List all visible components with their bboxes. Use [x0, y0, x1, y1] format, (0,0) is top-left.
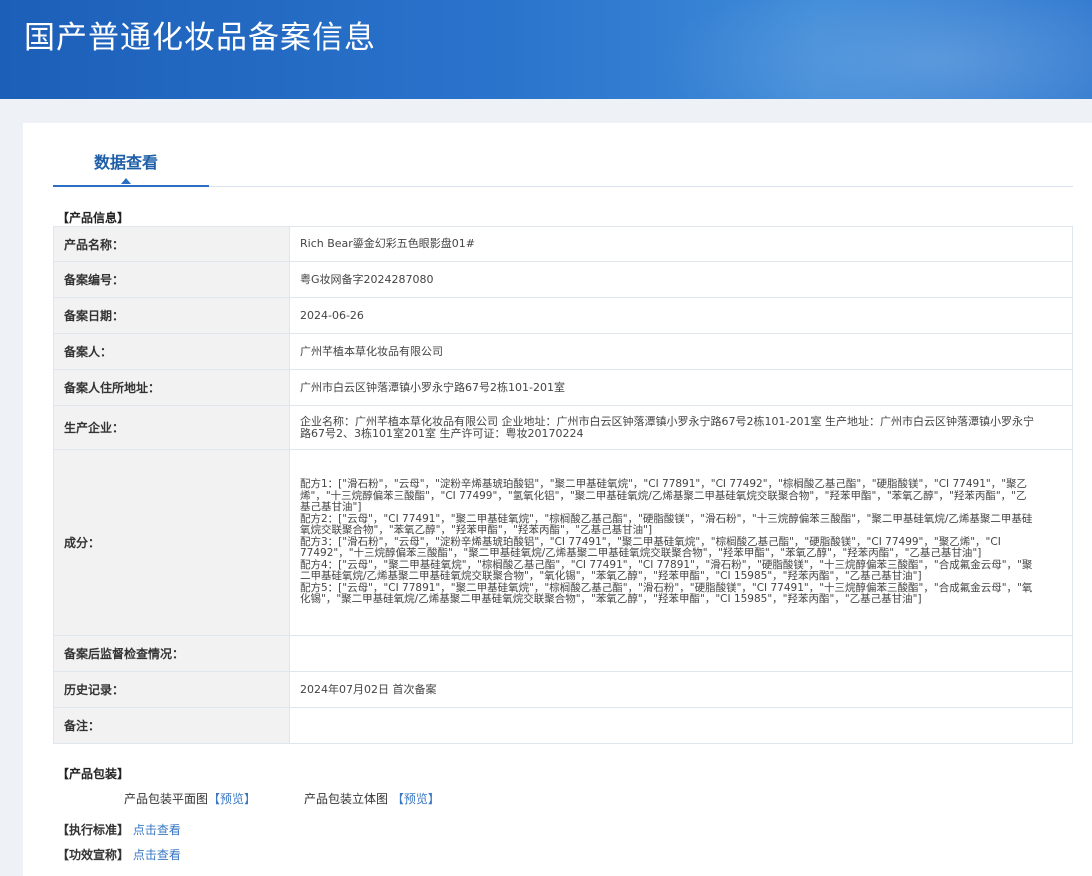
table-row: 历史记录： 2024年07月02日 首次备案: [53, 671, 1073, 708]
table-row: 备案编号： 粤G妆网备字2024287080: [53, 261, 1073, 298]
claims-label: 【功效宣称】: [57, 848, 130, 862]
packaging-solid-label: 产品包装立体图: [304, 792, 389, 806]
product-info-section-title: 【产品信息】: [57, 211, 130, 225]
content-card: 数据查看 【产品信息】 产品名称： Rich Bear鎏金幻彩五色眼影盘01# …: [23, 123, 1092, 876]
table-row: 生产企业： 企业名称：广州芊植本草化妆品有限公司 企业地址：广州市白云区钟落潭镇…: [53, 405, 1073, 450]
tab-active-caret-icon: [121, 178, 131, 184]
row-label-record-date: 备案日期：: [53, 297, 290, 334]
row-value-registrant-address: 广州市白云区钟落潭镇小罗永宁路67号2栋101-201室: [289, 369, 1073, 406]
row-value-registrant: 广州芊植本草化妆品有限公司: [289, 333, 1073, 370]
packaging-section-title: 【产品包装】: [57, 767, 130, 781]
tab-data-view-label: 数据查看: [94, 153, 159, 172]
row-value-history: 2024年07月02日 首次备案: [289, 671, 1073, 708]
row-value-record-date: 2024-06-26: [289, 297, 1073, 334]
table-row: 备案日期： 2024-06-26: [53, 297, 1073, 334]
row-label-ingredients: 成分：: [53, 449, 290, 636]
row-label-manufacturer: 生产企业：: [53, 405, 290, 450]
claims-item: 【功效宣称】 点击查看: [57, 846, 181, 863]
row-label-registrant: 备案人：: [53, 333, 290, 370]
row-value-supervision: [289, 635, 1073, 672]
packaging-flat-preview-link[interactable]: 【预览】: [208, 792, 256, 806]
standard-label: 【执行标准】: [57, 823, 130, 837]
product-info-table: 产品名称： Rich Bear鎏金幻彩五色眼影盘01# 备案编号： 粤G妆网备字…: [53, 226, 1073, 744]
row-value-record-number: 粤G妆网备字2024287080: [289, 261, 1073, 298]
row-label-remarks: 备注：: [53, 707, 290, 744]
packaging-solid-item: 产品包装立体图 【预览】: [304, 790, 440, 807]
row-value-manufacturer: 企业名称：广州芊植本草化妆品有限公司 企业地址：广州市白云区钟落潭镇小罗永宁路6…: [289, 405, 1073, 450]
tab-data-view[interactable]: 数据查看: [53, 123, 209, 187]
row-label-registrant-address: 备案人住所地址：: [53, 369, 290, 406]
standard-item: 【执行标准】 点击查看: [57, 821, 181, 838]
row-value-ingredients: 配方1：["滑石粉"，"云母"，"淀粉辛烯基琥珀酸铝"，"聚二甲基硅氧烷"，"C…: [289, 449, 1073, 636]
packaging-solid-preview-link[interactable]: 【预览】: [392, 792, 440, 806]
standard-view-link[interactable]: 点击查看: [133, 823, 181, 837]
packaging-flat-item: 产品包装平面图【预览】: [124, 790, 256, 807]
table-row: 备案后监督检查情况：: [53, 635, 1073, 672]
row-label-record-number: 备案编号：: [53, 261, 290, 298]
packaging-flat-label: 产品包装平面图: [124, 792, 209, 806]
page-title: 国产普通化妆品备案信息: [24, 20, 376, 56]
table-row: 成分： 配方1：["滑石粉"，"云母"，"淀粉辛烯基琥珀酸铝"，"聚二甲基硅氧烷…: [53, 449, 1073, 636]
table-row: 备案人住所地址： 广州市白云区钟落潭镇小罗永宁路67号2栋101-201室: [53, 369, 1073, 406]
table-row: 备案人： 广州芊植本草化妆品有限公司: [53, 333, 1073, 370]
table-row: 产品名称： Rich Bear鎏金幻彩五色眼影盘01#: [53, 226, 1073, 262]
table-row: 备注：: [53, 707, 1073, 744]
header-banner: 国产普通化妆品备案信息: [0, 0, 1092, 99]
claims-view-link[interactable]: 点击查看: [133, 848, 181, 862]
row-label-supervision: 备案后监督检查情况：: [53, 635, 290, 672]
row-value-product-name: Rich Bear鎏金幻彩五色眼影盘01#: [289, 226, 1073, 262]
row-label-history: 历史记录：: [53, 671, 290, 708]
tab-bar: 数据查看: [53, 123, 1073, 187]
row-value-remarks: [289, 707, 1073, 744]
row-label-product-name: 产品名称：: [53, 226, 290, 262]
